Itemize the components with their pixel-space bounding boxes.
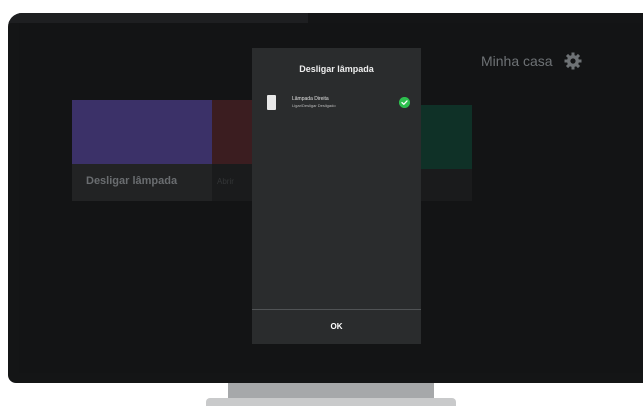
card-footer	[417, 169, 472, 201]
action-dialog: Desligar lâmpada Lâmpada Direita Ligar/D…	[252, 48, 421, 344]
tv-screen: Minha casa Desligar lâmpada Abrir Deslig…	[19, 23, 643, 373]
device-row[interactable]: Lâmpada Direita Ligar/Desligar Desligado	[267, 94, 412, 114]
card-footer: Desligar lâmpada	[72, 164, 212, 201]
gear-icon[interactable]	[563, 51, 583, 71]
device-status: Ligar/Desligar Desligado	[292, 103, 336, 108]
card-artwork	[417, 105, 472, 169]
lamp-switch-icon	[267, 95, 276, 110]
card-artwork	[72, 100, 212, 164]
tv-stand-base	[206, 398, 456, 406]
tv-bezel-highlight	[8, 13, 308, 23]
card-abrir[interactable]: Abrir	[212, 100, 254, 201]
tv-frame: Minha casa Desligar lâmpada Abrir Deslig…	[8, 13, 643, 383]
card-label: Abrir	[217, 177, 234, 186]
device-name: Lâmpada Direita	[292, 96, 329, 102]
home-title: Minha casa	[481, 53, 553, 69]
check-icon	[399, 97, 410, 108]
card-artwork	[212, 100, 254, 164]
dialog-title: Desligar lâmpada	[299, 64, 374, 74]
card-footer: Abrir	[212, 164, 254, 201]
ok-button[interactable]: OK	[252, 310, 421, 344]
card-desligar-lampada[interactable]: Desligar lâmpada	[72, 100, 212, 201]
card-label: Desligar lâmpada	[86, 175, 178, 187]
card-green[interactable]	[417, 105, 472, 201]
